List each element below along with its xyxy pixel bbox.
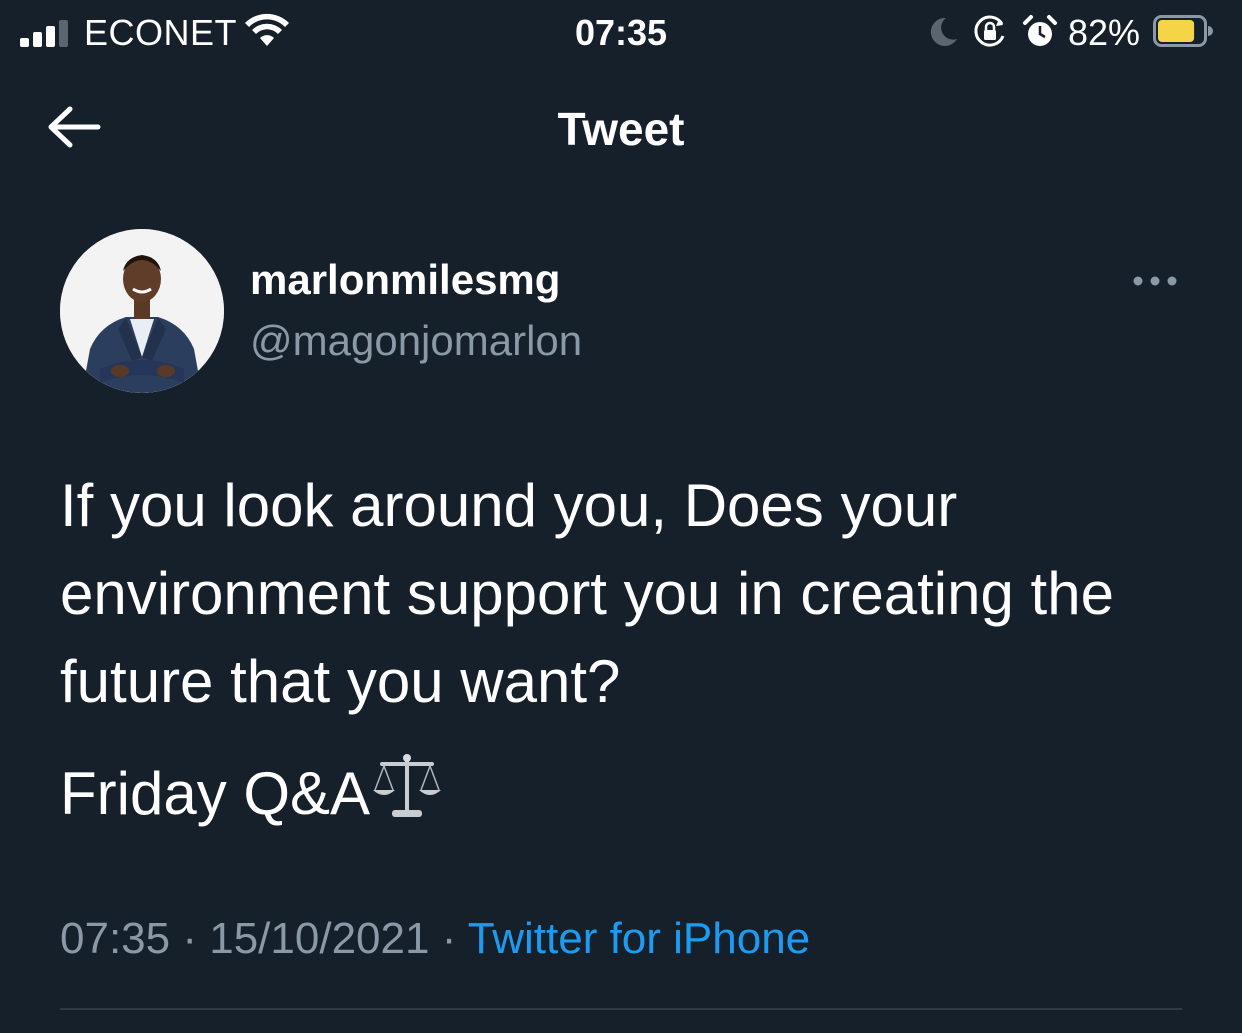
divider bbox=[60, 1008, 1182, 1010]
tweet-source-link[interactable]: Twitter for iPhone bbox=[468, 914, 810, 963]
tweet-text-line: Friday Q&A bbox=[60, 760, 371, 827]
separator: · bbox=[441, 914, 457, 963]
separator: · bbox=[182, 914, 197, 963]
balance-scale-emoji bbox=[373, 754, 442, 817]
moon-icon bbox=[930, 17, 957, 46]
battery-percentage: 82% bbox=[1068, 12, 1141, 53]
tweet-meta: 07:35 · 15/10/2021 · Twitter for iPhone bbox=[60, 914, 810, 964]
battery-icon bbox=[1153, 15, 1213, 47]
orientation-lock-icon bbox=[974, 15, 1005, 47]
more-options-icon[interactable] bbox=[1130, 270, 1180, 292]
tweet-text: If you look around you, Does your enviro… bbox=[60, 472, 1114, 715]
status-bar: ECONET 07:35 82% bbox=[0, 0, 1242, 70]
navigation-bar: Tweet bbox=[0, 70, 1242, 184]
tweet-date: 15/10/2021 bbox=[209, 914, 430, 963]
author-handle[interactable]: @magonjomarlon bbox=[250, 317, 582, 365]
tweet-text-second-paragraph: Friday Q&A bbox=[60, 750, 1200, 838]
avatar-image bbox=[60, 229, 224, 393]
page-title: Tweet bbox=[557, 103, 685, 155]
author-display-name[interactable]: marlonmilesmg bbox=[250, 256, 560, 304]
alarm-icon bbox=[1023, 15, 1057, 46]
tweet-time: 07:35 bbox=[60, 914, 171, 963]
avatar[interactable] bbox=[60, 229, 224, 393]
